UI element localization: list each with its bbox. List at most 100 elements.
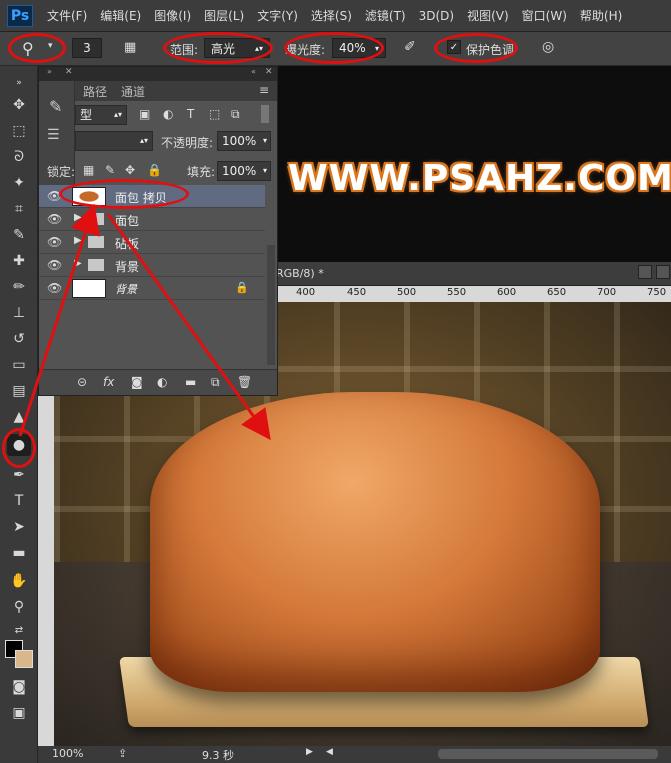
layer-group-bread[interactable]: 👁 ▶ 面包 xyxy=(39,208,265,231)
folder-icon xyxy=(88,259,104,271)
layer-row-background[interactable]: 👁 背景 🔒 xyxy=(39,277,265,300)
swap-colors-icon[interactable]: ⇄ xyxy=(7,620,31,642)
visibility-eye-icon[interactable]: 👁 xyxy=(47,281,62,295)
filter-type-icon[interactable]: T xyxy=(187,107,194,121)
gradient-tool-icon[interactable]: ▤ xyxy=(7,380,31,402)
layer-style-fx-icon[interactable]: fx xyxy=(103,375,114,389)
magic-wand-icon[interactable]: ✦ xyxy=(7,172,31,194)
menu-select[interactable]: 选择(S) xyxy=(311,7,352,24)
visibility-eye-icon[interactable]: 👁 xyxy=(47,258,62,272)
lock-pixels-icon[interactable]: ✎ xyxy=(105,163,115,177)
lock-all-icon[interactable]: 🔒 xyxy=(147,163,162,177)
fill-input[interactable]: 100% ▾ xyxy=(217,161,271,181)
filter-image-icon[interactable]: ▣ xyxy=(139,107,150,121)
filter-toggle-switch[interactable] xyxy=(261,105,269,123)
healing-brush-icon[interactable]: ✚ xyxy=(7,250,31,272)
layer-group-background[interactable]: 👁 ▶ 背景 xyxy=(39,254,265,277)
opacity-value: 100% xyxy=(222,134,257,148)
menu-edit[interactable]: 编辑(E) xyxy=(100,7,141,24)
filter-adjustment-icon[interactable]: ◐ xyxy=(163,107,173,121)
folder-icon xyxy=(88,213,104,225)
brush-panel-icon[interactable]: ▦ xyxy=(124,40,136,55)
layer-name: 砧板 xyxy=(115,237,140,251)
clone-stamp-icon[interactable]: ⊥ xyxy=(7,302,31,324)
panel-close-left-icon[interactable]: ✕ xyxy=(65,67,73,77)
menu-filter[interactable]: 滤镜(T) xyxy=(365,7,406,24)
pressure-size-icon[interactable]: ◎ xyxy=(542,39,554,55)
background-color-swatch[interactable] xyxy=(15,650,33,668)
adjust-sliders-icon[interactable]: ☰ xyxy=(47,127,60,143)
tab-channels[interactable]: 通道 xyxy=(121,83,145,100)
filter-smart-object-icon[interactable]: ⧉ xyxy=(231,107,240,122)
visibility-eye-icon[interactable]: 👁 xyxy=(47,212,62,226)
filter-chevron-icon: ▴▾ xyxy=(113,110,122,119)
menu-image[interactable]: 图像(I) xyxy=(154,7,191,24)
expand-arrow-icon[interactable]: ▶ xyxy=(74,212,82,223)
lasso-tool-icon[interactable]: ᘐ xyxy=(7,146,31,168)
brush-size-value: 3 xyxy=(83,41,91,55)
minimize-button[interactable] xyxy=(638,265,652,279)
menu-type[interactable]: 文字(Y) xyxy=(257,7,298,24)
layer-group-board[interactable]: 👁 ▶ 砧板 xyxy=(39,231,265,254)
new-group-icon[interactable]: ▬ xyxy=(185,375,196,389)
share-icon[interactable]: ⇪ xyxy=(118,747,127,760)
fill-label: 填充: xyxy=(187,165,216,179)
shape-tool-icon[interactable]: ▬ xyxy=(7,542,31,564)
filter-shape-icon[interactable]: ⬚ xyxy=(209,107,220,121)
blur-tool-icon[interactable]: ▲ xyxy=(7,406,31,428)
path-selection-icon[interactable]: ➤ xyxy=(7,516,31,538)
opacity-input[interactable]: 100% ▾ xyxy=(217,131,271,151)
airbrush-icon[interactable]: ✐ xyxy=(404,39,416,55)
menu-3d[interactable]: 3D(D) xyxy=(419,9,454,23)
status-menu-arrow-icon[interactable]: ▶ xyxy=(306,747,313,757)
scroll-left-icon[interactable]: ◀ xyxy=(326,747,333,757)
new-layer-icon[interactable]: ⧉ xyxy=(211,375,220,390)
panel-menu-icon[interactable]: ≡ xyxy=(259,83,269,97)
toolbox-collapse-icon[interactable]: » xyxy=(7,72,31,94)
panel-collapse-icon[interactable]: « xyxy=(251,67,256,76)
expand-arrow-icon[interactable]: ▶ xyxy=(74,258,82,269)
ruler-tick: 450 xyxy=(347,287,367,298)
crop-tool-icon[interactable]: ⌗ xyxy=(7,198,31,220)
maximize-button[interactable] xyxy=(656,265,670,279)
menu-help[interactable]: 帮助(H) xyxy=(580,7,622,24)
document-tab-title[interactable]: RGB/8) * xyxy=(276,267,324,280)
add-mask-icon[interactable]: ◙ xyxy=(131,375,143,389)
horizontal-scrollbar[interactable] xyxy=(438,749,658,759)
type-tool-icon[interactable]: T xyxy=(7,490,31,512)
brush-size-picker[interactable]: 3 xyxy=(72,38,102,58)
layers-scrollbar[interactable] xyxy=(267,245,275,365)
quick-mask-icon[interactable]: ◙ xyxy=(7,676,31,698)
menu-window[interactable]: 窗口(W) xyxy=(522,7,567,24)
link-layers-icon[interactable]: ⊝ xyxy=(77,375,87,389)
delete-layer-icon[interactable]: 🗑 xyxy=(237,375,252,389)
opacity-label: 不透明度: xyxy=(161,136,214,150)
menu-view[interactable]: 视图(V) xyxy=(467,7,509,24)
menu-file[interactable]: 文件(F) xyxy=(47,7,87,24)
brush-tool-icon[interactable]: ✏ xyxy=(7,276,31,298)
menu-layer[interactable]: 图层(L) xyxy=(204,7,244,24)
annotation-circle-protect xyxy=(434,33,518,63)
visibility-eye-icon[interactable]: 👁 xyxy=(47,235,62,249)
zoom-level[interactable]: 100% xyxy=(52,747,83,760)
marquee-tool-icon[interactable]: ⬚ xyxy=(7,120,31,142)
history-brush-icon[interactable]: ↺ xyxy=(7,328,31,350)
move-tool-icon[interactable]: ✥ xyxy=(7,94,31,116)
layer-thumbnail xyxy=(72,279,106,298)
hand-tool-icon[interactable]: ✋ xyxy=(7,570,31,592)
expand-arrow-icon[interactable]: ▶ xyxy=(74,235,82,246)
screen-mode-icon[interactable]: ▣ xyxy=(7,702,31,724)
brush-presets-icon[interactable]: ✎ xyxy=(49,97,62,116)
blend-mode-select[interactable]: ▴▾ xyxy=(75,131,153,151)
lock-position-icon[interactable]: ✥ xyxy=(125,163,135,177)
panel-close-icon[interactable]: ✕ xyxy=(265,67,273,77)
filter-kind-select[interactable]: 型 ▴▾ xyxy=(75,105,127,125)
eraser-tool-icon[interactable]: ▭ xyxy=(7,354,31,376)
lock-transparent-icon[interactable]: ▦ xyxy=(83,163,94,177)
eyedropper-tool-icon[interactable]: ✎ xyxy=(7,224,31,246)
tab-paths[interactable]: 路径 xyxy=(83,83,107,100)
zoom-tool-icon[interactable]: ⚲ xyxy=(7,596,31,618)
panel-collapse-left-icon[interactable]: » xyxy=(47,67,52,76)
ruler-tick: 550 xyxy=(447,287,467,298)
adjustment-layer-icon[interactable]: ◐ xyxy=(157,375,167,389)
